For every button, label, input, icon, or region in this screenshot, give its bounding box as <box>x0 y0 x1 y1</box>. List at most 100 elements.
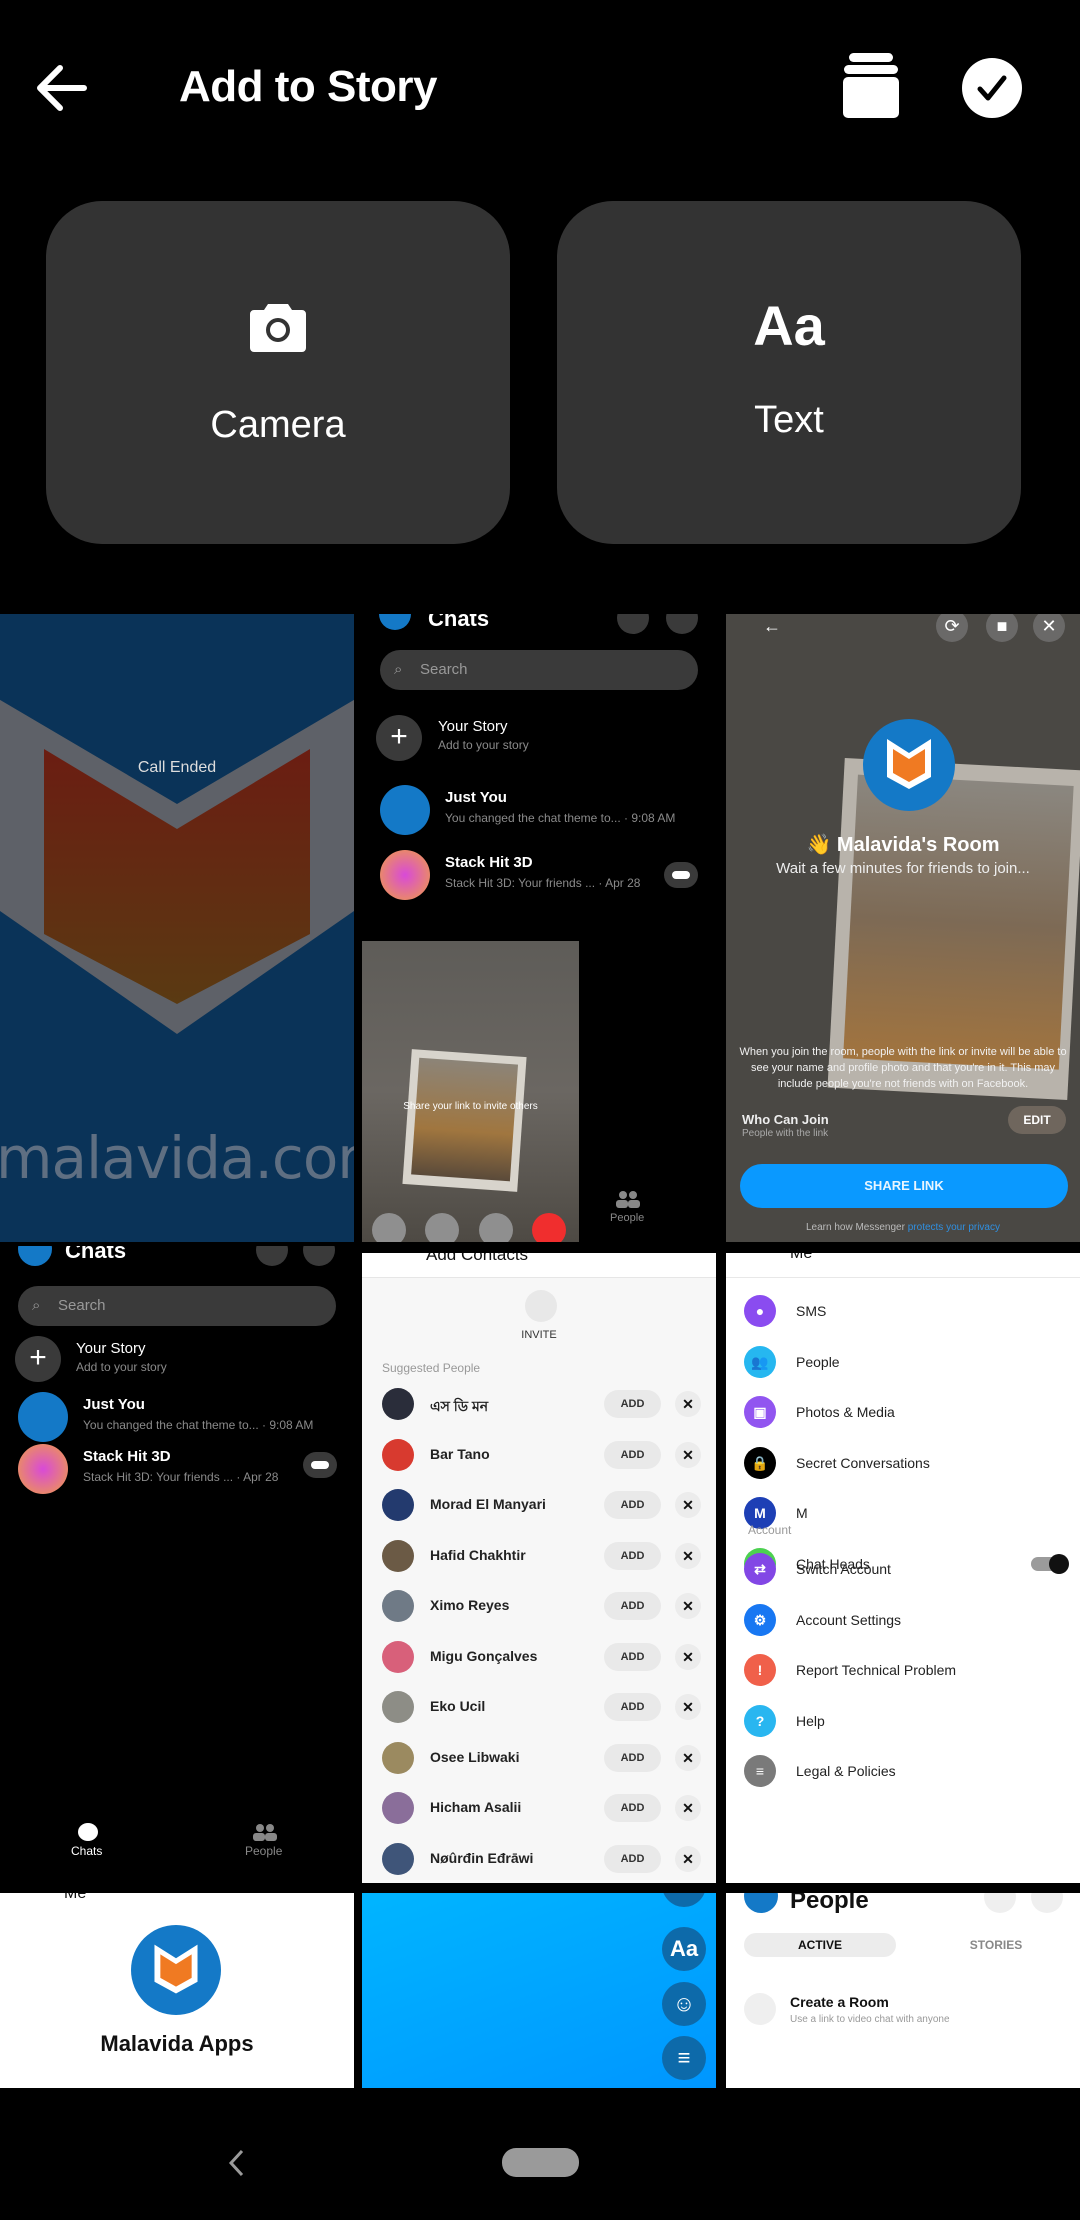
profile-avatar <box>379 614 411 630</box>
menu-item-icon: ? <box>744 1704 776 1737</box>
gallery-thumbnail-me-settings[interactable]: Me ● SMS 👥 People ▣ Photos & Media 🔒 Secret Con… <box>726 1253 1080 1883</box>
contact-row: Osee Libwaki ADD ✕ <box>362 1741 716 1792</box>
search-input: ⌕ Search <box>18 1286 336 1326</box>
contact-row: Morad El Manyari ADD ✕ <box>362 1489 716 1539</box>
camera-icon <box>250 304 306 352</box>
room-toolbar: ← ⟳ ■ ✕ <box>726 614 1080 642</box>
contact-avatar <box>382 1388 414 1420</box>
header: Add to Story <box>0 0 1080 180</box>
gallery-thumbnail-chats[interactable]: Chats ⌕ Search + Your Story Add to your … <box>0 1246 354 1883</box>
contact-name: Migu Gonçalves <box>430 1647 538 1664</box>
menu-item-label: People <box>796 1353 840 1370</box>
search-placeholder: Search <box>420 661 468 678</box>
contact-name: এস ডি মন <box>430 1398 489 1414</box>
chat-avatar-just-you <box>18 1392 68 1442</box>
end-call-icon <box>532 1213 566 1242</box>
gallery-thumbnail-room[interactable]: ← ⟳ ■ ✕ 👋 Malavida's Room Wait a few min… <box>726 614 1080 1242</box>
me-menu-item: ▣ Photos & Media <box>726 1396 1080 1436</box>
room-disclaimer: When you join the room, people with the … <box>739 1046 1067 1090</box>
contact-row: Nøûrđin Eđrāwi ADD ✕ <box>362 1842 716 1884</box>
add-contact-button: ADD <box>604 1440 661 1469</box>
game-controller-icon <box>664 862 698 888</box>
gallery-thumbnail-text-story[interactable]: Aa ☺ ≡ <box>362 1893 716 2088</box>
menu-item-label: M <box>796 1505 808 1521</box>
done-button[interactable] <box>962 58 1022 118</box>
me-title: Me <box>64 1893 87 1902</box>
add-contact-button: ADD <box>604 1592 661 1620</box>
edit-button: EDIT <box>1008 1106 1066 1134</box>
suggested-people-header: Suggested People <box>382 1361 481 1375</box>
add-contact-button: ADD <box>604 1642 661 1671</box>
contact-row: Hicham Asalii ADD ✕ <box>362 1792 716 1842</box>
menu-item-label: Legal & Policies <box>796 1763 896 1779</box>
room-avatar <box>863 719 955 811</box>
menu-item-label: Secret Conversations <box>796 1454 930 1471</box>
search-icon: ⌕ <box>394 661 403 678</box>
text-option[interactable]: Aa Text <box>557 201 1021 544</box>
contact-row: Migu Gonçalves ADD ✕ <box>362 1640 716 1691</box>
text-label: Text <box>754 399 824 441</box>
gallery-thumbnail-profile[interactable]: Me Malavida Apps <box>0 1893 354 2088</box>
dismiss-icon: ✕ <box>675 1643 701 1670</box>
chats-tab-icon <box>78 1823 98 1841</box>
menu-item-label: Help <box>796 1712 825 1729</box>
watermark-text: malavida.com <box>0 1124 354 1192</box>
check-circle-icon <box>977 75 1007 101</box>
nav-home-pill[interactable] <box>502 2148 579 2177</box>
microphone-icon <box>425 1213 459 1242</box>
flip-camera-icon: ⟳ <box>936 614 968 642</box>
tab-chats: Chats <box>71 1844 103 1858</box>
contact-avatar <box>382 1691 414 1723</box>
menu-item-icon: 🔒 <box>744 1446 776 1479</box>
menu-item-icon: ⚙ <box>744 1603 776 1636</box>
page-title: Add to Story <box>179 62 437 111</box>
your-story-name: Your Story <box>438 718 508 735</box>
add-person-icon <box>1031 1893 1063 1913</box>
camera-option[interactable]: Camera <box>46 201 510 544</box>
tool-top-icon <box>662 1893 706 1907</box>
gallery-thumbnail-chats-video[interactable]: Chats ⌕ Search + Your Story Add to your … <box>354 614 716 1242</box>
add-contacts-title: Add Contacts <box>426 1253 529 1264</box>
gallery-thumbnail-people[interactable]: People ACTIVE STORIES Create a Room Use … <box>726 1893 1080 2088</box>
search-input: ⌕ Search <box>380 650 698 690</box>
contact-name: Ximo Reyes <box>430 1597 510 1613</box>
contact-avatar <box>382 1539 414 1572</box>
gallery-thumbnail-add-contacts[interactable]: Add Contacts INVITE Suggested People এস … <box>362 1253 716 1883</box>
video-icon: ■ <box>986 614 1018 642</box>
chat-avatar-just-you <box>380 785 430 835</box>
dismiss-icon: ✕ <box>675 1845 701 1872</box>
contact-row: Ximo Reyes ADD ✕ <box>362 1590 716 1640</box>
stack-icon <box>843 53 899 118</box>
camera-icon <box>256 1246 288 1266</box>
compose-icon <box>303 1246 335 1266</box>
dismiss-icon: ✕ <box>675 1593 701 1619</box>
profile-avatar <box>131 1925 221 2015</box>
chats-title: Chats <box>65 1246 127 1263</box>
contact-row: Hafid Chakhtir ADD ✕ <box>362 1539 716 1590</box>
contact-row: Eko Ucil ADD ✕ <box>362 1691 716 1741</box>
invite-label: INVITE <box>521 1329 557 1341</box>
arrow-left-icon <box>37 65 87 111</box>
who-can-join-sub: People with the link <box>742 1128 829 1139</box>
contact-avatar <box>382 1792 414 1824</box>
me-title: Me <box>790 1253 813 1262</box>
malavida-logo-icon <box>887 739 931 789</box>
gallery-thumbnail-call-ended[interactable]: Call Ended malavida.com <box>0 614 354 1242</box>
contact-name: Eko Ucil <box>430 1698 486 1714</box>
contact-name: Bar Tano <box>430 1445 490 1462</box>
room-name: 👋 Malavida's Room <box>806 834 1000 856</box>
nav-back-icon[interactable] <box>226 2148 246 2178</box>
menu-item-label: Switch Account <box>796 1561 891 1577</box>
contact-avatar <box>382 1741 414 1774</box>
dismiss-icon: ✕ <box>675 1542 701 1569</box>
menu-item-label: SMS <box>796 1303 827 1319</box>
privacy-note: Learn how Messenger protects your privac… <box>806 1222 1000 1233</box>
search-placeholder: Search <box>58 1297 106 1314</box>
add-contact-button: ADD <box>604 1794 661 1822</box>
back-button[interactable] <box>32 58 92 118</box>
contacts-icon <box>984 1893 1016 1913</box>
gallery-stack-button[interactable] <box>836 50 906 122</box>
chat-preview: Stack Hit 3D: Your friends ... · Apr 28 <box>83 1470 279 1484</box>
tab-stories: STORIES <box>969 1938 1023 1952</box>
game-controller-icon <box>303 1452 337 1478</box>
